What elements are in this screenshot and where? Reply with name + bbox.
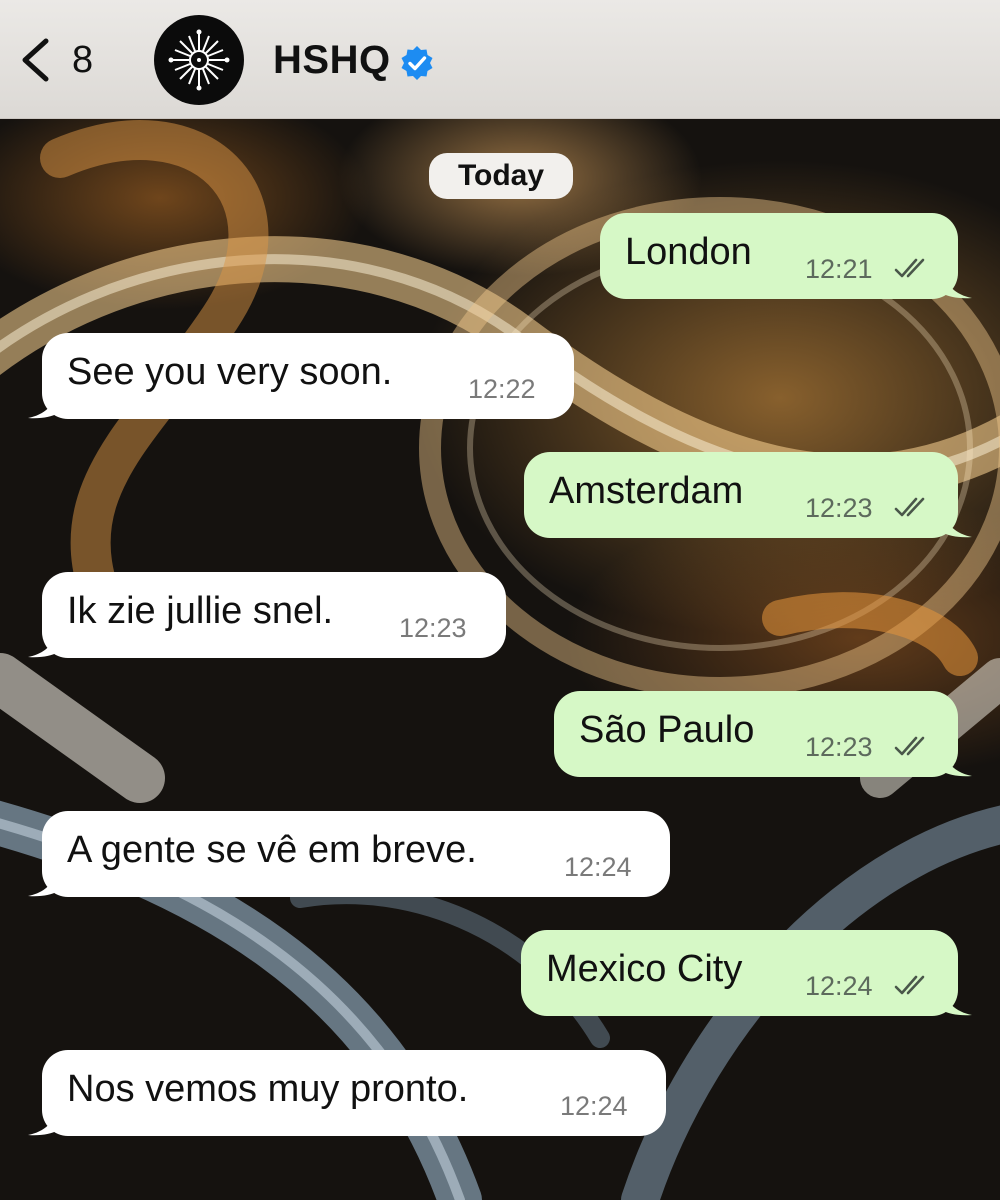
back-unread-count: 8 [72,38,94,81]
incoming-message[interactable]: A gente se vê em breve. 12:24 [28,811,670,897]
message-time: 12:22 [468,374,536,404]
outgoing-message[interactable]: Mexico City 12:24 [521,930,972,1016]
incoming-message[interactable]: Nos vemos muy pronto. 12:24 [28,1050,666,1136]
message-text: Nos vemos muy pronto. [67,1068,469,1110]
message-time: 12:24 [805,971,873,1001]
bubble-tail [28,1104,58,1136]
outgoing-message[interactable]: São Paulo 12:23 [554,691,972,777]
incoming-message[interactable]: Ik zie jullie snel. 12:23 [28,572,506,658]
bubble-tail [942,745,972,777]
message-time: 12:21 [805,254,873,284]
message-time: 12:24 [560,1091,628,1121]
date-separator: Today [429,153,573,199]
message-time: 12:23 [805,732,873,762]
message-text: See you very soon. [67,351,393,393]
outgoing-message[interactable]: Amsterdam 12:23 [524,452,972,538]
avatar[interactable] [154,15,244,105]
message-text: A gente se vê em breve. [67,829,477,871]
double-check-icon [894,497,925,517]
bubble-tail [28,626,58,658]
bubble-tail [28,387,58,419]
sun-logo-icon [168,29,230,91]
message-text: Mexico City [546,948,743,990]
message-text: London [625,231,752,273]
message-text: Ik zie jullie snel. [67,590,334,632]
bubble-tail [942,506,972,538]
contact-name[interactable]: HSHQ [273,38,391,83]
incoming-message[interactable]: See you very soon. 12:22 [28,333,574,419]
double-check-icon [894,258,925,278]
double-check-icon [894,975,925,995]
message-time: 12:23 [805,493,873,523]
chat-header: 8 HSHQ [0,0,1000,119]
chevron-left-icon [22,38,49,82]
bubble-tail [942,267,972,299]
back-button[interactable]: 8 [18,30,118,90]
double-check-icon [894,736,925,756]
verified-badge-icon [401,46,433,80]
message-text: São Paulo [579,709,755,751]
message-text: Amsterdam [549,470,744,512]
message-time: 12:23 [399,613,467,643]
bubble-tail [942,984,972,1016]
bubble-tail [28,865,58,897]
message-time: 12:24 [564,852,632,882]
outgoing-message[interactable]: London 12:21 [600,213,972,299]
